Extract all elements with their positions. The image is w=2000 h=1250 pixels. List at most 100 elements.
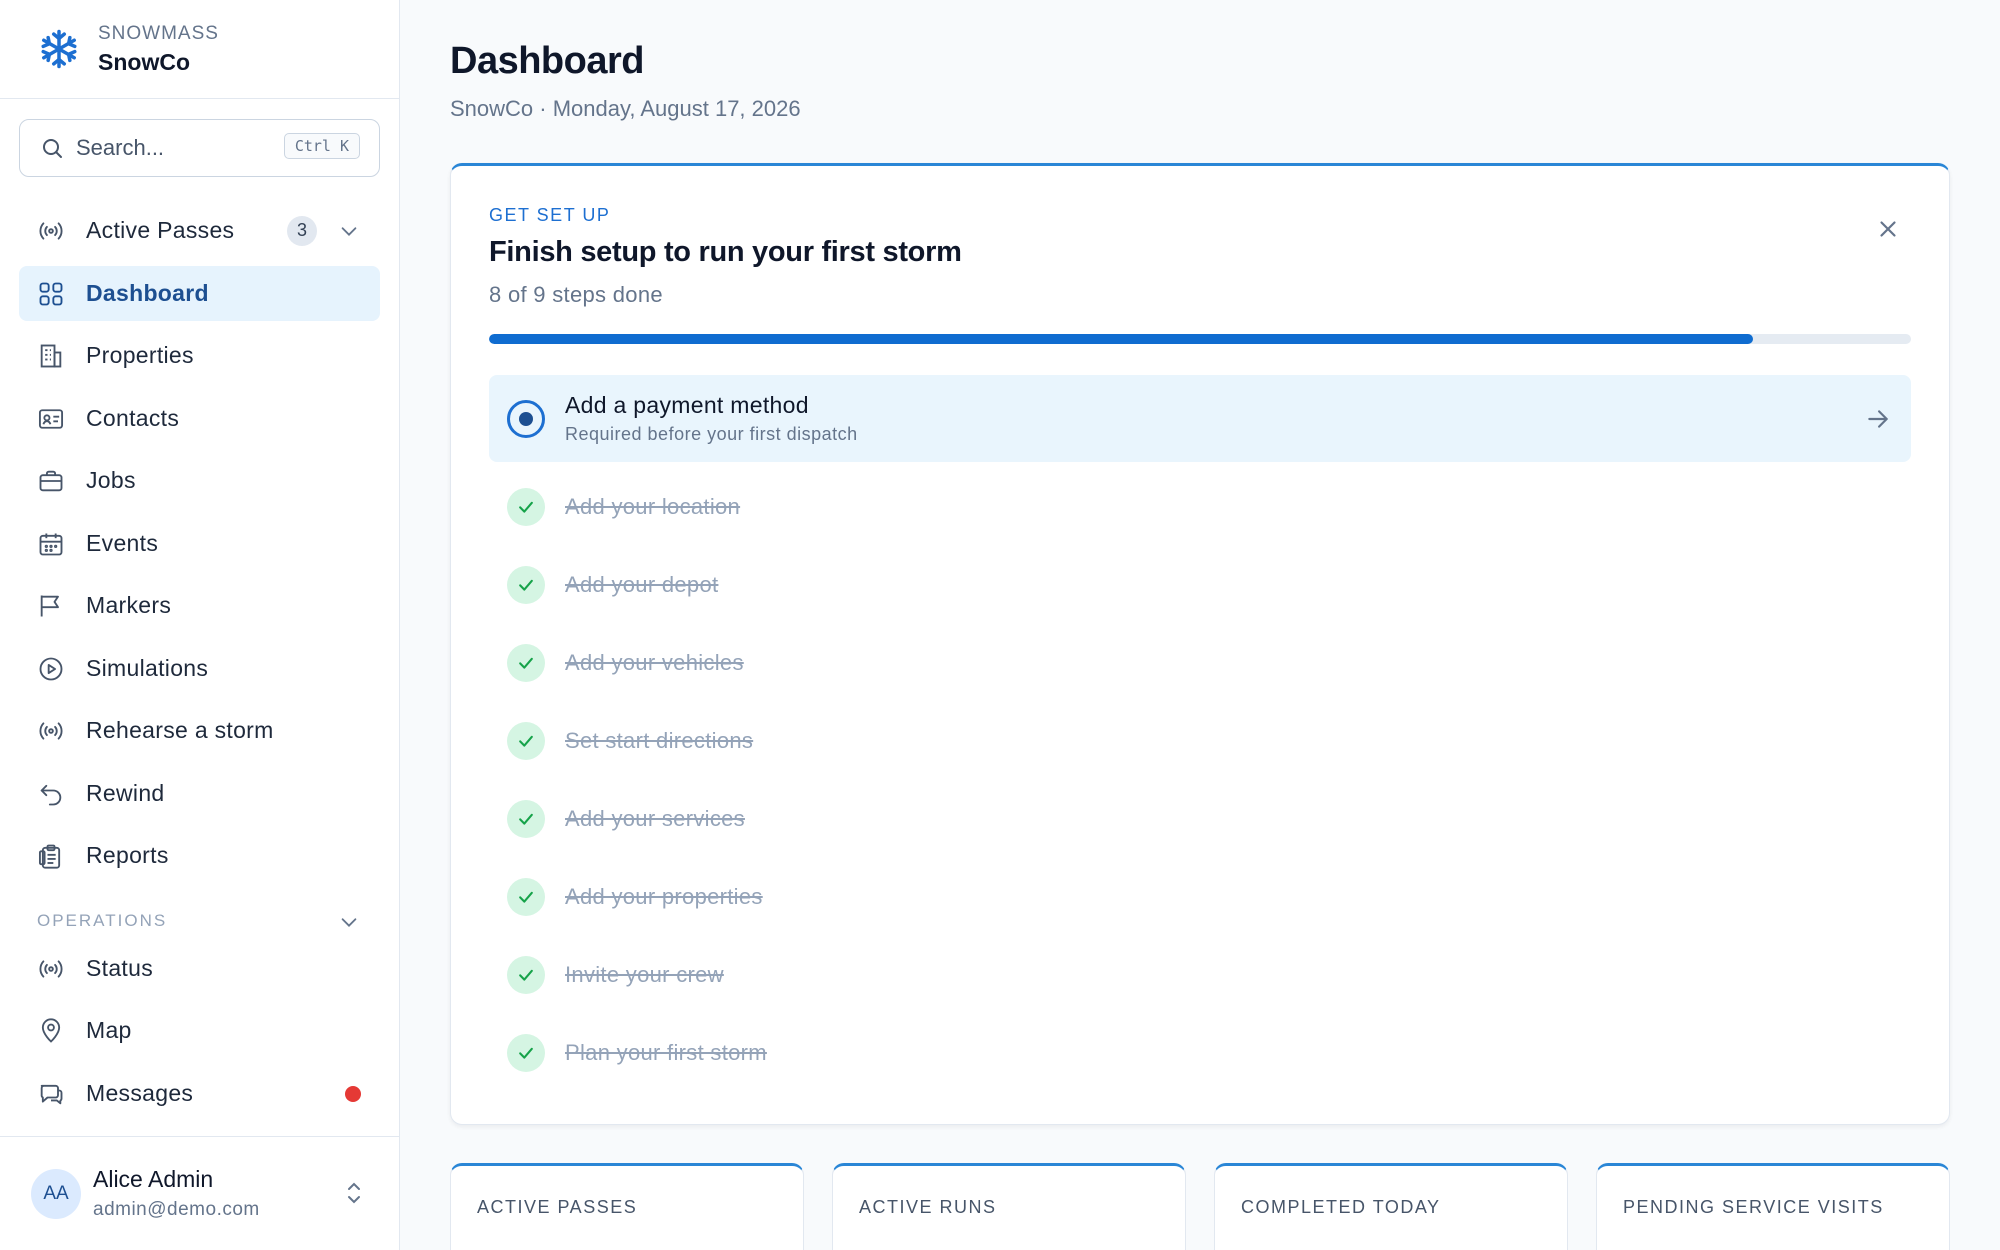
nav-label: Dashboard [86,280,209,306]
setup-eyebrow: GET SET UP [489,205,611,225]
nav-item-dashboard[interactable]: Dashboard [19,266,380,321]
step-add-payment-method[interactable]: Add a payment method Required before you… [489,375,1911,462]
nav-label: Reports [86,842,169,868]
user-menu[interactable]: AA Alice Admin admin@demo.com [0,1136,400,1250]
building-icon [40,344,62,367]
nav-label: Simulations [86,655,209,681]
brand[interactable]: SNOWMASS SnowCo [0,0,399,99]
avatar: AA [31,1168,81,1219]
sidebar: SNOWMASS SnowCo Ctrl K Active Passes 3 D… [0,0,400,1250]
map-pin-icon [41,1017,61,1043]
completed-step[interactable]: Add your properties [507,877,763,917]
nav-label: Rehearse a storm [86,717,274,743]
contact-card-icon [38,408,64,429]
flag-icon [40,595,59,616]
nav-item-rehearse-storm[interactable]: Rehearse a storm [19,703,380,758]
nav-label: Active Passes [86,217,235,243]
check-icon [507,800,545,838]
step-title: Set start directions [565,728,754,753]
stat-label: ACTIVE PASSES [477,1197,638,1217]
snowflake-icon [41,29,77,69]
stat-label: COMPLETED TODAY [1241,1197,1441,1217]
completed-step[interactable]: Invite your crew [507,955,724,995]
check-icon [507,566,545,604]
stat-label: PENDING SERVICE VISITS [1623,1197,1884,1217]
brand-org: SNOWMASS [98,22,219,44]
check-icon [507,1034,545,1072]
unread-indicator [345,1085,361,1102]
step-title: Add your properties [565,884,763,909]
check-icon [507,644,545,682]
undo-icon [40,784,62,805]
check-icon [507,878,545,916]
completed-step[interactable]: Add your depot [507,565,718,605]
chevron-down-icon[interactable] [338,220,360,242]
nav-label: Contacts [86,405,180,431]
check-icon [507,488,545,526]
completed-step[interactable]: Plan your first storm [507,1033,767,1073]
setup-progress-fill [489,334,1754,344]
nav-label: Status [86,955,154,981]
completed-step[interactable]: Add your services [507,799,745,839]
stat-label: ACTIVE RUNS [859,1197,997,1217]
grid-icon [39,282,63,305]
chat-icon [40,1084,63,1104]
chevron-up-down-icon[interactable] [344,1179,364,1207]
step-title: Add your vehicles [565,650,744,675]
nav-item-markers[interactable]: Markers [19,578,380,633]
broadcast-icon [39,959,63,978]
chevron-down-icon[interactable] [338,911,360,933]
user-email: admin@demo.com [93,1199,260,1220]
nav-label: Events [86,530,159,556]
search-input[interactable] [76,135,276,161]
calendar-icon [39,533,63,555]
setup-title: Finish setup to run your first storm [489,236,962,268]
page-subtitle: SnowCo · Monday, August 17, 2026 [450,96,801,121]
nav-item-properties[interactable]: Properties [19,328,380,383]
nav-item-active-passes[interactable]: Active Passes 3 [19,203,380,258]
setup-progress-bar [489,334,1911,344]
step-title: Add your services [565,806,745,831]
nav-item-messages[interactable]: Messages [19,1066,380,1121]
nav-item-contacts[interactable]: Contacts [19,391,380,446]
stat-card-completed-today[interactable]: COMPLETED TODAY [1214,1163,1568,1250]
radio-current-icon [507,399,545,438]
user-name: Alice Admin [93,1166,214,1192]
clipboard-icon [38,844,61,869]
nav-label: Messages [86,1080,194,1106]
page-title: Dashboard [450,40,644,82]
step-title: Invite your crew [565,962,724,987]
stat-card-active-runs[interactable]: ACTIVE RUNS [832,1163,1186,1250]
search-shortcut-hint: Ctrl K [283,133,360,159]
broadcast-icon [39,721,63,740]
completed-step[interactable]: Add your location [507,487,740,527]
nav-label: Properties [86,342,194,368]
briefcase-icon [39,470,63,491]
stat-card-active-passes[interactable]: ACTIVE PASSES [450,1163,804,1250]
nav-item-status[interactable]: Status [19,941,380,996]
play-circle-icon [39,657,63,680]
step-title: Plan your first storm [565,1040,767,1065]
nav-item-simulations[interactable]: Simulations [19,641,380,696]
completed-step[interactable]: Add your vehicles [507,643,744,683]
nav-item-rewind[interactable]: Rewind [19,766,380,821]
check-icon [507,956,545,994]
nav-item-reports[interactable]: Reports [19,828,380,883]
active-passes-count-badge: 3 [287,215,317,246]
stat-card-pending-service-visits[interactable]: PENDING SERVICE VISITS [1596,1163,1950,1250]
check-icon [507,722,545,760]
step-title: Add your depot [565,572,719,597]
nav-label: Markers [86,592,172,618]
setup-checklist-card: GET SET UP Finish setup to run your firs… [450,163,1950,1125]
completed-step[interactable]: Set start directions [507,721,753,761]
broadcast-icon [39,221,63,240]
step-title: Add your location [565,494,741,519]
step-title: Add a payment method [565,392,809,418]
search-box[interactable]: Ctrl K [19,119,380,177]
nav-label: Rewind [86,780,165,806]
nav-item-map[interactable]: Map [19,1003,380,1058]
nav-item-jobs[interactable]: Jobs [19,453,380,508]
nav-item-events[interactable]: Events [19,516,380,571]
step-description: Required before your first dispatch [565,424,858,444]
close-icon[interactable] [1875,216,1901,242]
